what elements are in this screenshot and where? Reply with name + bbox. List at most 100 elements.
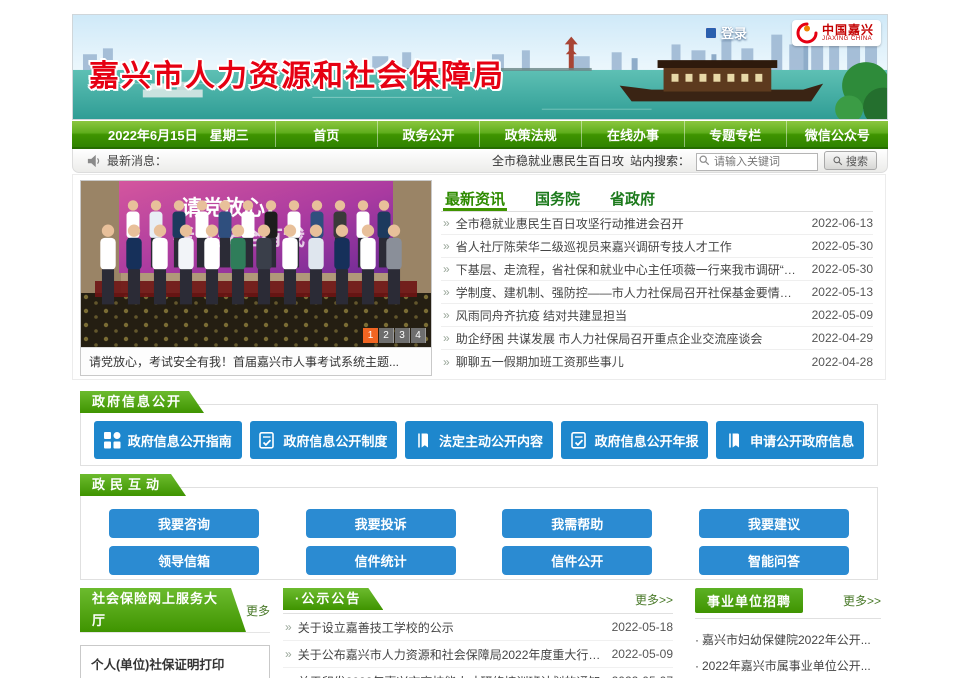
- recruitment-section: 事业单位招聘 更多>> ·嘉兴市妇幼保健院2022年公开... ·2022年嘉兴…: [695, 588, 881, 678]
- news-item-title[interactable]: 省人社厅陈荣华二级巡视员来嘉兴调研专技人才工作: [456, 238, 802, 255]
- group-photo-illustration: 请党放心， 考试安全有我: [81, 181, 431, 347]
- double-arrow-icon: »: [443, 216, 450, 230]
- nav-item-home[interactable]: 首页: [275, 121, 377, 147]
- interaction-header: 政民互动: [80, 474, 186, 496]
- search-input[interactable]: [696, 153, 818, 171]
- logo-text-en: JIAXING CHINA: [822, 36, 874, 43]
- announcement-item[interactable]: » 关于设立嘉善技工学校的公示 2022-05-18: [283, 614, 673, 641]
- news-item-title[interactable]: 学制度、建机制、强防控——市人力社保局召开社保基金要情专题学习会: [456, 284, 802, 301]
- book-icon: [415, 432, 432, 449]
- news-item-title[interactable]: 全市稳就业惠民生百日攻坚行动推进会召开: [456, 215, 802, 232]
- double-arrow-icon: »: [443, 239, 450, 253]
- ticker-label: 最新消息：: [107, 152, 167, 169]
- double-arrow-icon: »: [443, 355, 450, 369]
- info-disclosure-header: 政府信息公开: [80, 391, 204, 413]
- photo-carousel[interactable]: 请党放心， 考试安全有我: [80, 180, 432, 376]
- news-panel: 最新资讯 国务院 省政府 » 全市稳就业惠民生百日攻坚行动推进会召开 2022-…: [441, 180, 873, 376]
- mail-disclosure-button[interactable]: 信件公开: [502, 546, 652, 575]
- need-help-button[interactable]: 我需帮助: [502, 509, 652, 538]
- announcements-more-link[interactable]: 更多>>: [635, 591, 673, 608]
- jiaxing-logo: 中国嘉兴 JIAXING CHINA: [792, 20, 881, 46]
- tab-latest-news[interactable]: 最新资讯: [443, 186, 507, 211]
- search-icon: [699, 155, 710, 166]
- tab-provincial-gov[interactable]: 省政府: [608, 186, 657, 211]
- info-apply-button[interactable]: 申请公开政府信息: [716, 421, 864, 459]
- site-title: 嘉兴市人力资源和社会保障局: [89, 51, 505, 95]
- carousel-page-4[interactable]: 4: [411, 328, 426, 343]
- carousel-page-1[interactable]: 1: [363, 328, 378, 343]
- news-list: » 全市稳就业惠民生百日攻坚行动推进会召开 2022-06-13 » 省人社厅陈…: [441, 212, 873, 373]
- complaint-button[interactable]: 我要投诉: [306, 509, 456, 538]
- recruitment-title[interactable]: 2022年嘉兴市属事业单位公开...: [702, 659, 871, 673]
- login-label: 登录: [721, 23, 747, 42]
- main-nav: 2022年6月15日 星期三 首页 政务公开 政策法规 在线办事 专题专栏 微信…: [72, 121, 888, 149]
- news-item-date: 2022-05-09: [812, 308, 873, 322]
- news-item[interactable]: » 省人社厅陈荣华二级巡视员来嘉兴调研专技人才工作 2022-05-30: [441, 235, 873, 258]
- news-item-date: 2022-05-13: [812, 285, 873, 299]
- news-item-title[interactable]: 聊聊五一假期加班工资那些事儿: [456, 353, 802, 370]
- info-guide-button[interactable]: 政府信息公开指南: [94, 421, 242, 459]
- news-item-title[interactable]: 下基层、走流程，省社保和就业中心主任项薇一行来我市调研“国统”上线情况: [456, 261, 802, 278]
- current-date: 2022年6月15日: [108, 125, 198, 144]
- social-insurance-header: 社会保险网上服务大厅: [80, 588, 246, 632]
- leader-mailbox-button[interactable]: 领导信箱: [109, 546, 259, 575]
- news-item-title[interactable]: 风雨同舟齐抗疫 结对共建显担当: [456, 307, 802, 324]
- mail-statistics-button[interactable]: 信件统计: [306, 546, 456, 575]
- search-button-label: 搜索: [846, 153, 868, 169]
- news-item[interactable]: » 助企纾困 共谋发展 市人力社保局召开重点企业交流座谈会 2022-04-29: [441, 327, 873, 350]
- news-item[interactable]: » 下基层、走流程，省社保和就业中心主任项薇一行来我市调研“国统”上线情况 20…: [441, 258, 873, 281]
- carousel-pager: 1 2 3 4: [363, 328, 426, 343]
- news-tabs: 最新资讯 国务院 省政府: [441, 180, 873, 212]
- social-insurance-item[interactable]: 个人(单位)社保证明打印: [80, 645, 270, 678]
- button-label: 申请公开政府信息: [750, 431, 854, 450]
- news-item-date: 2022-05-30: [812, 239, 873, 253]
- button-label: 政府信息公开年报: [595, 431, 699, 450]
- recruitment-item[interactable]: ·嘉兴市妇幼保健院2022年公开...: [695, 627, 881, 653]
- announcements-header: ·公示公告: [283, 588, 383, 610]
- news-item[interactable]: » 学制度、建机制、强防控——市人力社保局召开社保基金要情专题学习会 2022-…: [441, 281, 873, 304]
- suggestion-button[interactable]: 我要建议: [699, 509, 849, 538]
- smart-qa-button[interactable]: 智能问答: [699, 546, 849, 575]
- announcement-item[interactable]: » 关于印发2022年嘉兴市高技能人才研修培训班计划的通知 2022-05-07: [283, 668, 673, 678]
- button-label: 法定主动公开内容: [439, 431, 543, 450]
- carousel-photo[interactable]: 请党放心， 考试安全有我: [81, 181, 431, 347]
- logo-text-cn: 中国嘉兴: [822, 24, 874, 36]
- info-disclosure-panel: 政府信息公开指南 政府信息公开制度 法定主动公开内容 政府信息公开年报: [80, 404, 878, 466]
- nav-item-wechat[interactable]: 微信公众号: [786, 121, 888, 147]
- news-item-title[interactable]: 助企纾困 共谋发展 市人力社保局召开重点企业交流座谈会: [456, 330, 802, 347]
- carousel-caption[interactable]: 请党放心，考试安全有我！首届嘉兴市人事考试系统主题...: [81, 347, 431, 375]
- social-insurance-more-link[interactable]: 更多: [246, 602, 270, 619]
- carousel-page-2[interactable]: 2: [379, 328, 394, 343]
- announcements-header-row: ·公示公告 更多>>: [283, 588, 673, 614]
- login-button[interactable]: 登录: [705, 23, 747, 42]
- button-label: 政府信息公开制度: [283, 431, 387, 450]
- social-insurance-section: 社会保险网上服务大厅 更多 个人(单位)社保证明打印 办事指南: [80, 588, 270, 678]
- info-annual-report-button[interactable]: 政府信息公开年报: [561, 421, 709, 459]
- ticker-message[interactable]: 全市稳就业惠民生百日攻: [492, 152, 624, 169]
- news-item[interactable]: » 聊聊五一假期加班工资那些事儿 2022-04-28: [441, 350, 873, 373]
- nav-item-gov-affairs[interactable]: 政务公开: [377, 121, 479, 147]
- announcement-date: 2022-05-07: [612, 674, 673, 678]
- announcement-title[interactable]: 关于印发2022年嘉兴市高技能人才研修培训班计划的通知: [298, 673, 604, 678]
- news-item-date: 2022-05-30: [812, 262, 873, 276]
- announcement-item[interactable]: » 关于公布嘉兴市人力资源和社会保障局2022年度重大行政决策事... 2022…: [283, 641, 673, 668]
- news-item[interactable]: » 风雨同舟齐抗疫 结对共建显担当 2022-05-09: [441, 304, 873, 327]
- info-proactive-button[interactable]: 法定主动公开内容: [405, 421, 553, 459]
- news-ticker-bar: 最新消息： 全市稳就业惠民生百日攻 站内搜索： 搜索: [72, 149, 888, 173]
- announcement-title[interactable]: 关于设立嘉善技工学校的公示: [298, 619, 604, 636]
- announcement-title[interactable]: 关于公布嘉兴市人力资源和社会保障局2022年度重大行政决策事...: [298, 646, 604, 663]
- info-system-button[interactable]: 政府信息公开制度: [250, 421, 398, 459]
- recruitment-more-link[interactable]: 更多>>: [843, 592, 881, 609]
- double-arrow-icon: »: [285, 674, 292, 678]
- tab-state-council[interactable]: 国务院: [533, 186, 582, 211]
- nav-item-online-services[interactable]: 在线办事: [581, 121, 683, 147]
- double-arrow-icon: »: [285, 647, 292, 661]
- news-item[interactable]: » 全市稳就业惠民生百日攻坚行动推进会召开 2022-06-13: [441, 212, 873, 235]
- recruitment-item[interactable]: ·2022年嘉兴市属事业单位公开...: [695, 653, 881, 678]
- carousel-page-3[interactable]: 3: [395, 328, 410, 343]
- search-button[interactable]: 搜索: [824, 151, 877, 170]
- consult-button[interactable]: 我要咨询: [109, 509, 259, 538]
- nav-item-policies[interactable]: 政策法规: [479, 121, 581, 147]
- recruitment-title[interactable]: 嘉兴市妇幼保健院2022年公开...: [702, 633, 871, 647]
- nav-item-special-topics[interactable]: 专题专栏: [684, 121, 786, 147]
